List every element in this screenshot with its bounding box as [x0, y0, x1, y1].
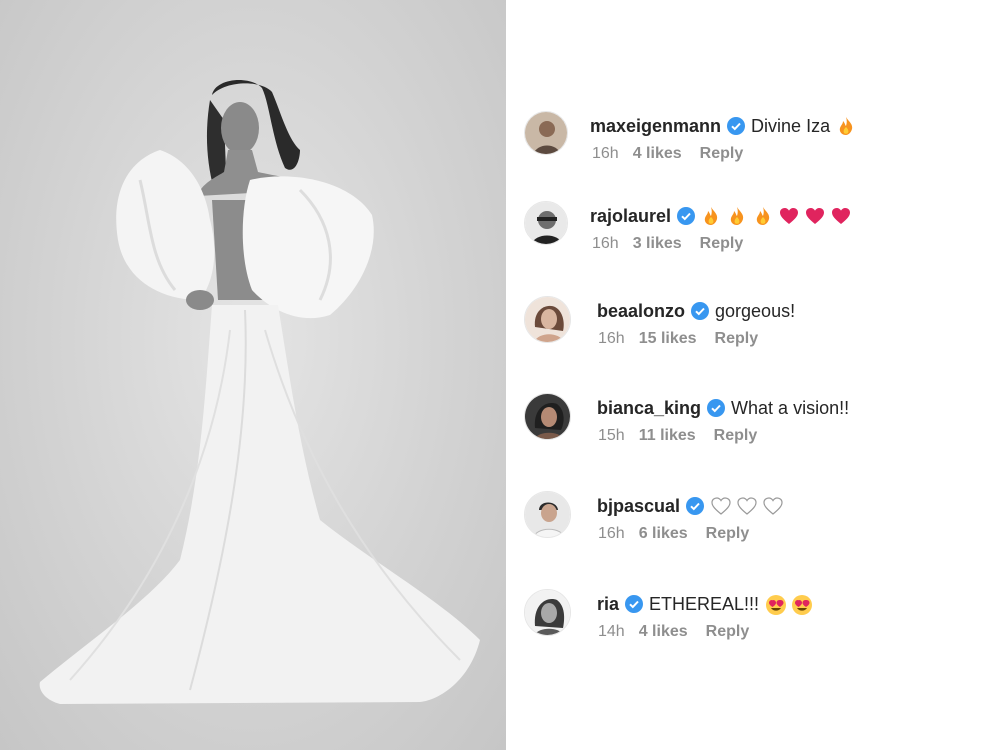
comment-text: gorgeous!: [715, 300, 796, 321]
heart-eyes-emoji-icon: [765, 594, 787, 615]
comment-likes[interactable]: 15 likes: [639, 330, 697, 348]
red-heart-emoji-icon: [779, 206, 799, 226]
heart-eyes-emoji-icon: [791, 594, 813, 615]
reply-button[interactable]: Reply: [715, 330, 759, 348]
reply-button[interactable]: Reply: [700, 235, 744, 253]
comment-item: rajolaurel 16h 3 likes Reply: [524, 201, 1000, 271]
avatar[interactable]: [524, 491, 571, 538]
comment-emojis: [710, 496, 783, 516]
comment-item: bjpascual 16h 6 likes Reply: [524, 491, 1000, 561]
avatar[interactable]: [524, 393, 571, 440]
verified-badge-icon: [707, 399, 726, 417]
white-heart-emoji-icon: [710, 496, 731, 516]
fire-emoji-icon: [753, 206, 773, 226]
comment-username[interactable]: beaalonzo: [597, 301, 685, 322]
comment-emojis: [836, 116, 856, 136]
comment-time[interactable]: 16h: [598, 330, 625, 348]
comment-username[interactable]: rajolaurel: [590, 206, 671, 227]
verified-badge-icon: [691, 302, 710, 320]
white-heart-emoji-icon: [762, 496, 783, 516]
comment-time[interactable]: 15h: [598, 427, 625, 445]
comment-likes[interactable]: 3 likes: [633, 235, 682, 253]
avatar[interactable]: [524, 296, 571, 343]
comment-item: bianca_king What a vision!! 15h 11 likes…: [524, 393, 1000, 463]
comment-time[interactable]: 14h: [598, 623, 625, 641]
fire-emoji-icon: [701, 206, 721, 226]
comment-time[interactable]: 16h: [592, 235, 619, 253]
comment-likes[interactable]: 4 likes: [633, 145, 682, 163]
comment-time[interactable]: 16h: [592, 145, 619, 163]
verified-badge-icon: [677, 207, 696, 225]
comment-emojis: [765, 594, 813, 615]
comment-likes[interactable]: 4 likes: [639, 623, 688, 641]
comment-emojis: [701, 206, 851, 226]
verified-badge-icon: [727, 117, 746, 135]
reply-button[interactable]: Reply: [700, 145, 744, 163]
comment-item: beaalonzo gorgeous! 16h 15 likes Reply: [524, 296, 1000, 366]
comment-text: What a vision!!: [731, 397, 850, 418]
fire-emoji-icon: [836, 116, 856, 136]
comment-username[interactable]: bianca_king: [597, 398, 701, 419]
comment-username[interactable]: bjpascual: [597, 496, 680, 517]
reply-button[interactable]: Reply: [714, 427, 758, 445]
avatar[interactable]: [524, 589, 571, 636]
comment-time[interactable]: 16h: [598, 525, 625, 543]
red-heart-emoji-icon: [831, 206, 851, 226]
fire-emoji-icon: [727, 206, 747, 226]
comment-item: maxeigenmann Divine Iza 16h 4 likes Repl…: [524, 111, 1000, 181]
post-photo: [0, 0, 506, 750]
reply-button[interactable]: Reply: [706, 525, 750, 543]
avatar[interactable]: [524, 111, 568, 155]
reply-button[interactable]: Reply: [706, 623, 750, 641]
comment-text: ETHEREAL!!!: [649, 593, 760, 614]
comment-text: Divine Iza: [751, 115, 831, 136]
white-heart-emoji-icon: [736, 496, 757, 516]
red-heart-emoji-icon: [805, 206, 825, 226]
comment-item: ria ETHEREAL!!! 14h 4 likes Reply: [524, 589, 1000, 659]
comment-username[interactable]: maxeigenmann: [590, 116, 721, 137]
avatar[interactable]: [524, 201, 568, 245]
verified-badge-icon: [625, 595, 644, 613]
comment-likes[interactable]: 11 likes: [639, 427, 696, 445]
comment-likes[interactable]: 6 likes: [639, 525, 688, 543]
comment-username[interactable]: ria: [597, 594, 619, 615]
verified-badge-icon: [686, 497, 705, 515]
